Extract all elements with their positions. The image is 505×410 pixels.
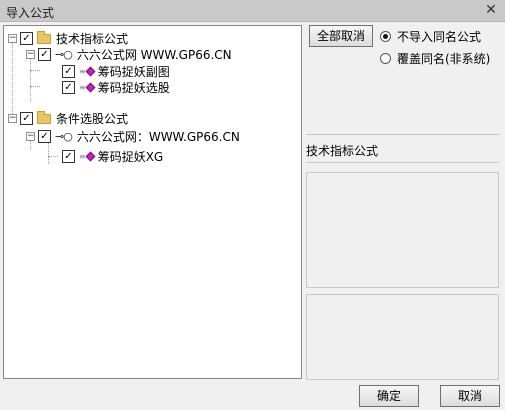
divider — [306, 134, 499, 135]
key-icon: ⊸○ — [55, 129, 73, 143]
node-label: 六六公式网 WWW.GP66.CN — [76, 47, 232, 62]
node-label: 筹码捉妖选股 — [97, 80, 170, 95]
category-label: 技术指标公式 — [306, 144, 379, 158]
collapse-icon[interactable]: − — [26, 49, 35, 59]
tree-node-formula[interactable]: ✓ ≡ 筹码捉妖副图 — [62, 63, 170, 79]
node-checkbox[interactable]: ✓ — [62, 149, 75, 163]
tree-connector — [48, 156, 58, 157]
description-box — [306, 172, 499, 288]
node-checkbox[interactable]: ✓ — [38, 129, 51, 143]
key-icon: ⊸○ — [55, 47, 73, 61]
parameter-box — [306, 294, 499, 380]
formula-icon: ≡ — [79, 82, 96, 92]
collapse-icon[interactable]: − — [26, 131, 35, 141]
node-label: 六六公式网：WWW.GP66.CN — [76, 129, 240, 144]
tree-node-folder[interactable]: − ✓ 条件选股公式 — [8, 110, 128, 126]
formula-icon: ≡ — [79, 66, 96, 76]
tree-node-source[interactable]: − ✓ ⊸○ 六六公式网：WWW.GP66.CN — [26, 128, 240, 144]
folder-icon — [37, 111, 51, 124]
node-checkbox[interactable]: ✓ — [62, 80, 75, 94]
dialog-body: − ✓ 技术指标公式 − ✓ ⊸○ 六六公式网 WWW.GP66.CN ✓ ≡ … — [0, 22, 505, 410]
radio-button[interactable] — [380, 31, 391, 42]
tree-connector — [12, 38, 13, 118]
tree-connector — [30, 70, 40, 71]
radio-button[interactable] — [380, 53, 391, 64]
option-label: 覆盖同名(非系统) — [397, 52, 491, 66]
window-title: 导入公式 — [6, 6, 55, 20]
divider — [306, 162, 499, 163]
option-overwrite[interactable]: 覆盖同名(非系统) — [380, 50, 490, 67]
node-checkbox[interactable]: ✓ — [20, 31, 33, 45]
collapse-icon[interactable]: − — [8, 33, 17, 43]
node-label: 筹码捉妖副图 — [97, 64, 170, 79]
formula-icon: ≡ — [79, 151, 96, 161]
node-checkbox[interactable]: ✓ — [38, 47, 51, 61]
node-checkbox[interactable]: ✓ — [20, 111, 33, 125]
collapse-icon[interactable]: − — [8, 113, 17, 123]
cancel-button[interactable]: 取消 — [440, 385, 500, 407]
deselect-all-button[interactable]: 全部取消 — [309, 25, 373, 47]
node-checkbox[interactable]: ✓ — [62, 64, 75, 78]
option-label: 不导入同名公式 — [397, 30, 482, 44]
option-skip-duplicates[interactable]: 不导入同名公式 — [380, 28, 481, 45]
tree-connector — [30, 86, 40, 87]
folder-icon — [37, 31, 51, 44]
close-icon[interactable]: ✕ — [481, 1, 501, 19]
ok-button[interactable]: 确定 — [359, 385, 419, 407]
node-label: 条件选股公式 — [56, 111, 129, 126]
node-label: 技术指标公式 — [56, 31, 129, 46]
formula-tree[interactable]: − ✓ 技术指标公式 − ✓ ⊸○ 六六公式网 WWW.GP66.CN ✓ ≡ … — [3, 25, 302, 379]
node-label: 筹码捉妖XG — [97, 149, 164, 164]
tree-node-formula[interactable]: ✓ ≡ 筹码捉妖XG — [62, 148, 163, 164]
tree-node-source[interactable]: − ✓ ⊸○ 六六公式网 WWW.GP66.CN — [26, 46, 232, 62]
title-bar: 导入公式 ✕ — [0, 0, 505, 22]
tree-node-formula[interactable]: ✓ ≡ 筹码捉妖选股 — [62, 79, 170, 95]
tree-node-folder[interactable]: − ✓ 技术指标公式 — [8, 30, 128, 46]
